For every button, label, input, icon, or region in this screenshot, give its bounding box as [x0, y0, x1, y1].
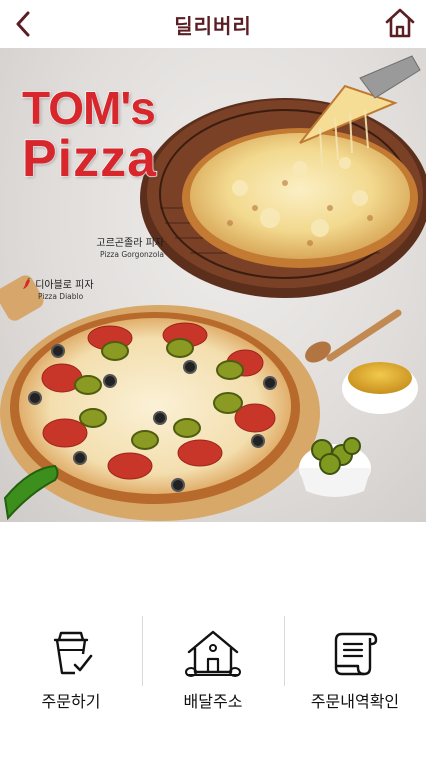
label-gorgonzola-ko: 고르곤졸라 피자	[96, 238, 164, 249]
brand-line-2: Pizza	[21, 130, 158, 188]
label-diablo-ko: 디아블로 피자	[22, 276, 112, 291]
menu-item-address[interactable]: 배달주소	[142, 600, 284, 711]
label-gorgonzola: 고르곤졸라 피자 Pizza Gorgonzola	[40, 234, 164, 259]
menu-item-order[interactable]: 주문하기	[0, 600, 142, 711]
top-bar: 딜리버리	[0, 0, 426, 48]
label-diablo-en: Pizza Diablo	[38, 292, 84, 301]
back-button[interactable]	[4, 4, 44, 44]
main-menu: 주문하기 배달주소 주문내역확인	[0, 600, 426, 711]
receipt-scroll-icon	[334, 632, 378, 676]
cup-check-icon	[53, 631, 93, 675]
chili-pepper-icon	[23, 277, 31, 289]
hero-banner: TOM's Pizza 고르곤졸라 피자 Pizza Gorgonzola 디아…	[0, 48, 426, 522]
menu-item-order-history[interactable]: 주문내역확인	[284, 600, 426, 711]
page-title: 딜리버리	[174, 13, 252, 38]
brand-line-1: TOM's	[21, 82, 156, 134]
menu-label-address: 배달주소	[183, 692, 243, 711]
brand-logo: TOM's Pizza	[21, 82, 158, 188]
house-icon	[185, 630, 241, 677]
chevron-left-icon	[16, 11, 30, 37]
menu-label-order-history: 주문내역확인	[310, 692, 400, 711]
menu-label-order: 주문하기	[41, 692, 101, 711]
label-gorgonzola-en: Pizza Gorgonzola	[100, 250, 164, 259]
home-icon	[385, 8, 415, 38]
label-diablo: 디아블로 피자 Pizza Diablo	[22, 276, 112, 301]
label-diablo-ko-text: 디아블로 피자	[35, 280, 94, 291]
home-button[interactable]	[380, 3, 420, 43]
